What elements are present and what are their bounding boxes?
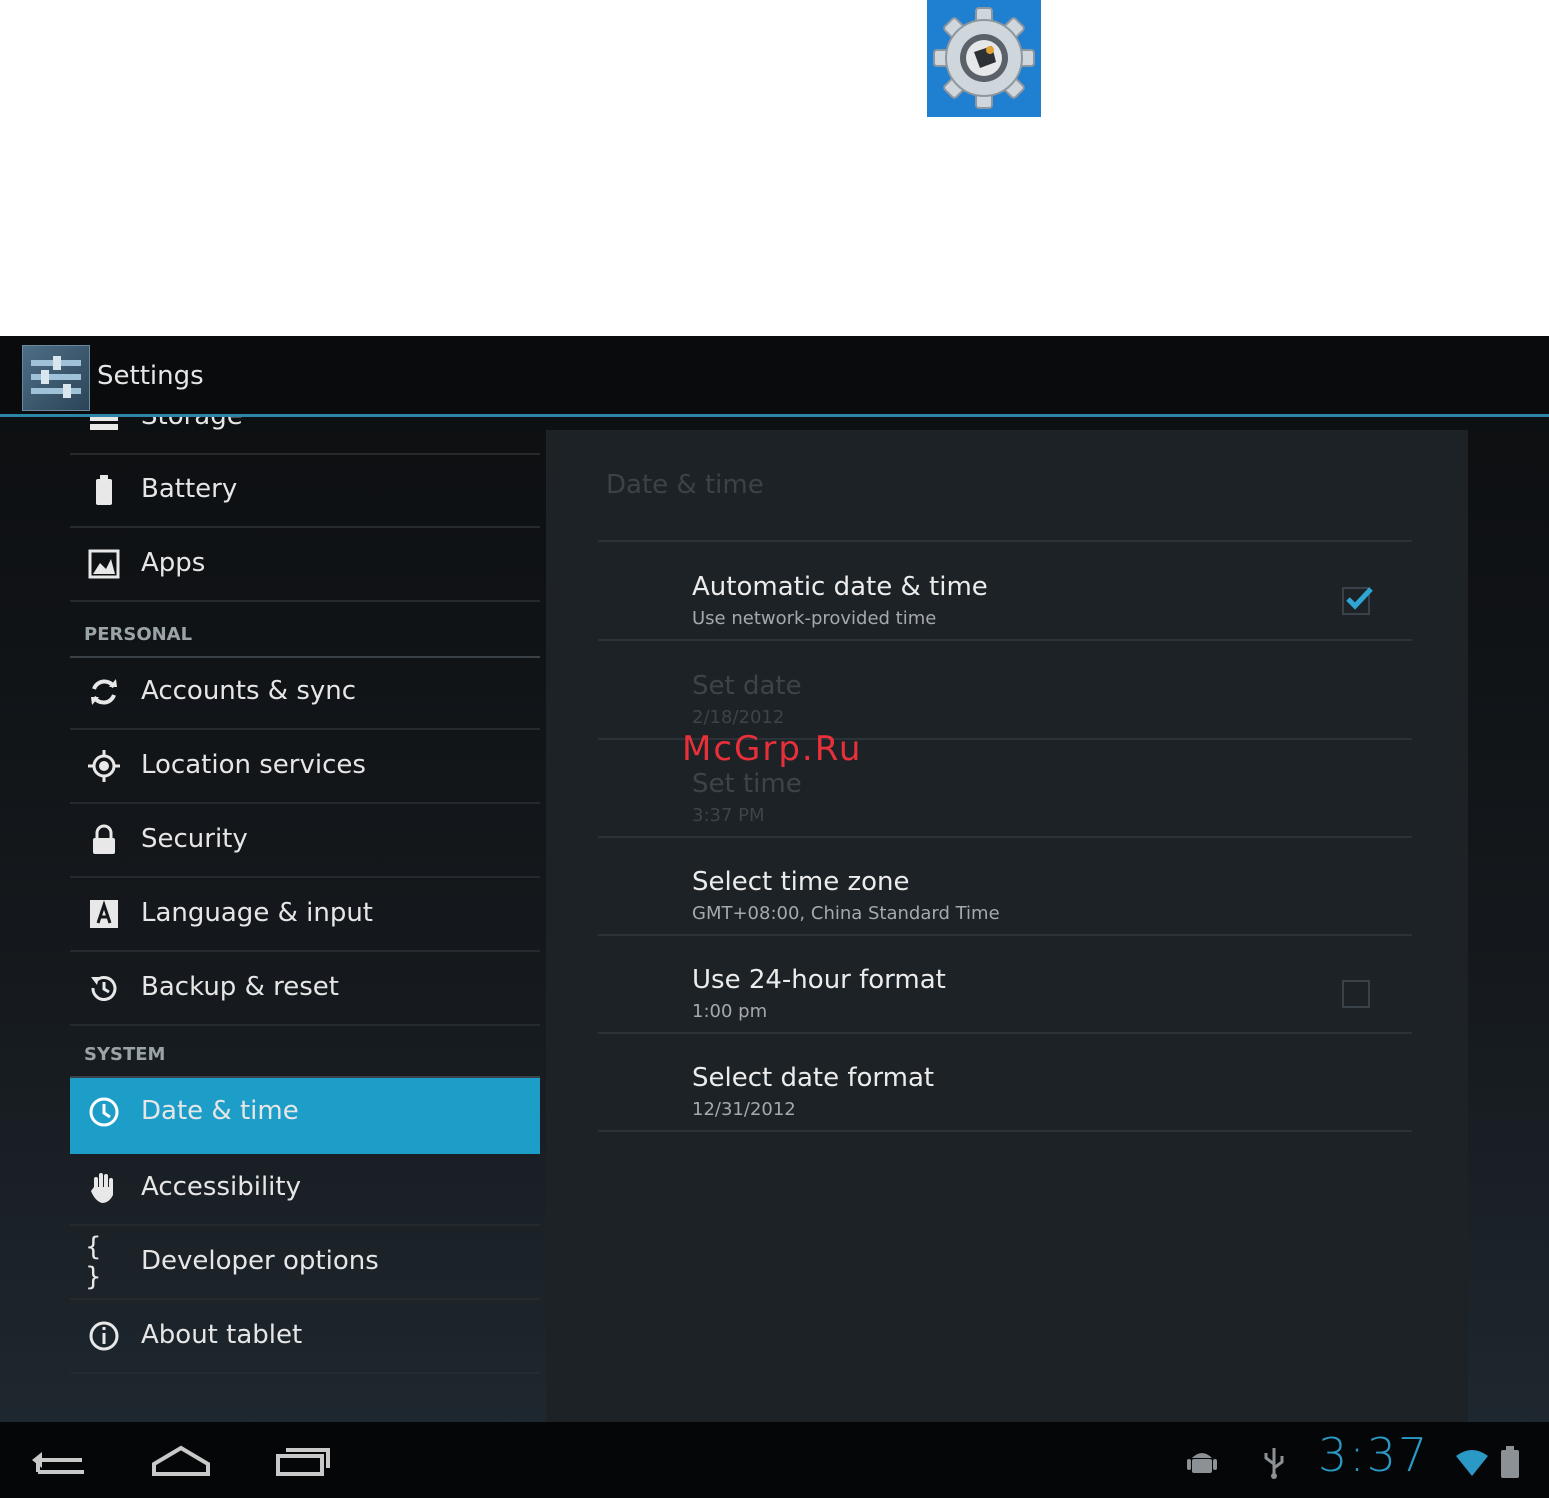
- sidebar-item-date-time[interactable]: Date & time: [70, 1078, 540, 1154]
- sidebar-item-label: Accounts & sync: [141, 676, 357, 706]
- row-summary: GMT+08:00, China Standard Time: [692, 903, 1000, 924]
- automatic-date-time-row[interactable]: Automatic date & time Use network-provid…: [598, 542, 1412, 641]
- select-date-format-row[interactable]: Select date format 12/31/2012: [598, 1033, 1412, 1132]
- android-debug-icon: [1187, 1453, 1217, 1473]
- use-24-hour-checkbox[interactable]: [1342, 980, 1370, 1008]
- automatic-date-time-checkbox[interactable]: [1342, 587, 1373, 615]
- sidebar-item-label: Backup & reset: [141, 972, 339, 1002]
- row-title: Set date: [692, 671, 802, 701]
- hand-icon: [85, 1169, 123, 1207]
- sidebar-item-accounts-sync[interactable]: Accounts & sync: [70, 658, 540, 730]
- storage-icon: [85, 417, 123, 436]
- sidebar-item-label: Date & time: [141, 1096, 299, 1126]
- set-date-row[interactable]: Set date 2/18/2012: [598, 641, 1412, 740]
- checkmark-icon: [1346, 587, 1373, 610]
- location-icon: [85, 747, 123, 785]
- row-title: Use 24-hour format: [692, 965, 946, 995]
- sidebar-item-security[interactable]: Security: [70, 806, 540, 878]
- sidebar-item-backup-reset[interactable]: Backup & reset: [70, 954, 540, 1026]
- row-title: Set time: [692, 769, 802, 799]
- clock-icon: [85, 1093, 123, 1131]
- sidebar-item-label: Storage: [141, 417, 243, 431]
- sidebar-item-location[interactable]: Location services: [70, 732, 540, 804]
- row-title: Automatic date & time: [692, 572, 988, 602]
- sidebar-item-apps[interactable]: Apps: [70, 530, 540, 602]
- home-button[interactable]: [146, 1436, 216, 1486]
- battery-status-icon: [1501, 1446, 1519, 1478]
- apps-icon: [85, 545, 123, 583]
- sidebar-item-language-input[interactable]: Language & input: [70, 880, 540, 952]
- row-summary: Use network-provided time: [692, 608, 937, 629]
- home-icon: [152, 1445, 210, 1476]
- sidebar-item-label: Security: [141, 824, 248, 854]
- status-clock: 3:37: [1318, 1428, 1430, 1482]
- sidebar-item-label: Apps: [141, 548, 206, 578]
- sidebar-item-label: Battery: [141, 474, 238, 504]
- sidebar-item-storage[interactable]: Storage: [70, 417, 540, 455]
- back-icon: [32, 1452, 84, 1474]
- sidebar-item-battery[interactable]: Battery: [70, 456, 540, 528]
- settings-sidebar: Storage Battery Apps PERSONAL Accounts &…: [70, 417, 540, 1417]
- section-header-personal: PERSONAL: [70, 620, 540, 658]
- page-title: Settings: [97, 361, 204, 391]
- row-summary: 2/18/2012: [692, 707, 785, 728]
- row-title: Select date format: [692, 1063, 935, 1093]
- system-bar: 3:37: [0, 1422, 1549, 1498]
- action-bar: Settings: [0, 336, 1549, 417]
- row-summary: 3:37 PM: [692, 805, 765, 826]
- sync-icon: [85, 673, 123, 711]
- usb-icon: [1264, 1448, 1284, 1479]
- lock-icon: [85, 821, 123, 859]
- sidebar-item-label: Location services: [141, 750, 366, 780]
- wifi-icon: [1456, 1450, 1488, 1476]
- sidebar-item-label: Language & input: [141, 898, 373, 928]
- battery-icon: [85, 471, 123, 509]
- row-summary: 1:00 pm: [692, 1001, 768, 1022]
- select-time-zone-row[interactable]: Select time zone GMT+08:00, China Standa…: [598, 837, 1412, 936]
- sidebar-item-about-tablet[interactable]: About tablet: [70, 1302, 540, 1374]
- row-title: Select time zone: [692, 867, 910, 897]
- recent-apps-icon: [276, 1448, 330, 1476]
- use-24-hour-format-row[interactable]: Use 24-hour format 1:00 pm: [598, 935, 1412, 1034]
- sidebar-item-developer-options[interactable]: { } Developer options: [70, 1228, 540, 1300]
- watermark: McGrp.Ru: [682, 729, 863, 769]
- back-button[interactable]: [24, 1436, 94, 1486]
- sidebar-item-label: About tablet: [141, 1320, 303, 1350]
- braces-icon: { }: [85, 1232, 102, 1292]
- section-header-system: SYSTEM: [70, 1040, 540, 1078]
- row-summary: 12/31/2012: [692, 1099, 796, 1120]
- gear-icon: [927, 0, 1041, 117]
- date-time-panel: Date & time Automatic date & time Use ne…: [546, 430, 1468, 1430]
- info-icon: [85, 1317, 123, 1355]
- settings-app-logo: [927, 0, 1041, 117]
- backup-icon: [85, 969, 123, 1007]
- settings-icon[interactable]: [22, 345, 90, 411]
- language-icon: [85, 895, 123, 933]
- sidebar-item-label: Developer options: [141, 1246, 379, 1276]
- sidebar-item-label: Accessibility: [141, 1172, 301, 1202]
- sidebar-item-accessibility[interactable]: Accessibility: [70, 1154, 540, 1226]
- panel-title: Date & time: [606, 470, 764, 500]
- recent-apps-button[interactable]: [268, 1436, 338, 1486]
- tablet-screen: Settings Storage Battery Apps PERSONAL: [0, 336, 1549, 1498]
